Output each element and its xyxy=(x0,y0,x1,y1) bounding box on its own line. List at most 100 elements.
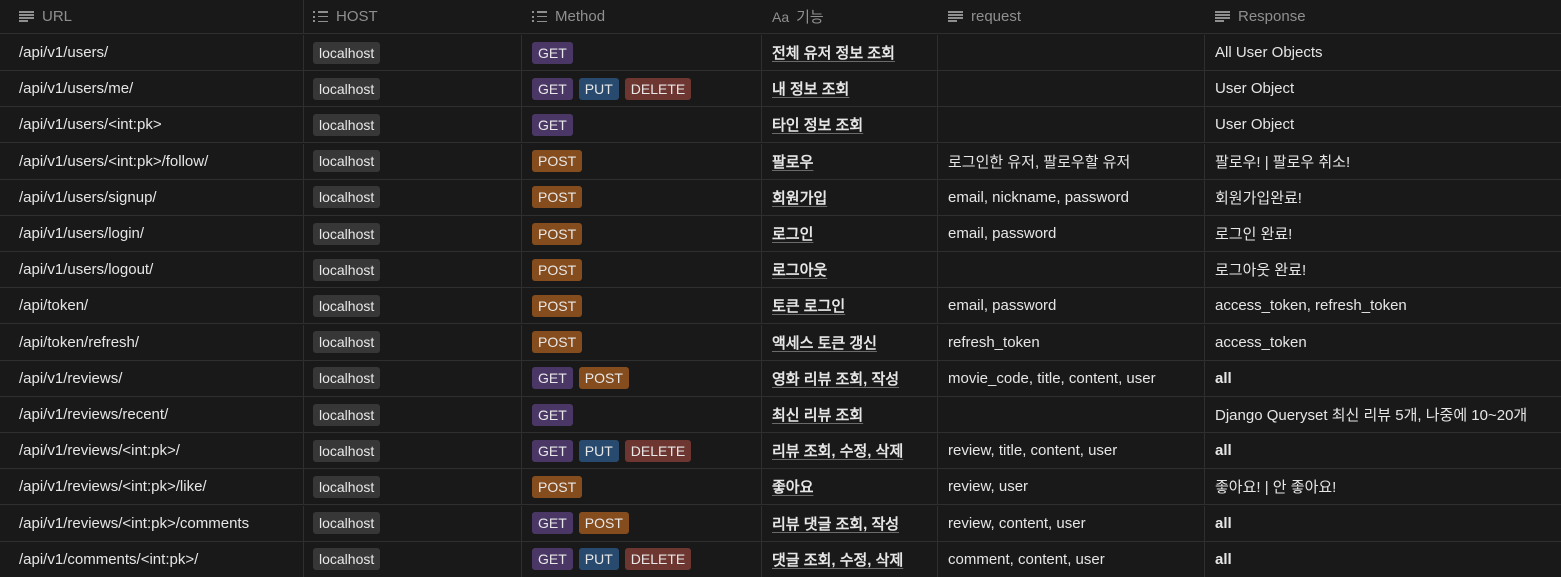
cell-request[interactable]: email, nickname, password xyxy=(938,179,1205,215)
cell-host[interactable]: localhost xyxy=(304,107,522,143)
column-header-func[interactable]: Aa 기능 xyxy=(762,0,938,33)
cell-request[interactable]: review, user xyxy=(938,469,1205,505)
cell-response[interactable]: User Object xyxy=(1205,107,1561,142)
cell-request[interactable]: refresh_token xyxy=(938,324,1205,360)
cell-method[interactable]: GET POST xyxy=(522,505,762,541)
cell-method[interactable]: POST xyxy=(522,252,762,288)
table-row[interactable]: /api/v1/users/login/localhost POST 로그인 emai… xyxy=(0,216,1561,252)
cell-request[interactable] xyxy=(938,107,1205,143)
cell-response[interactable]: Django Queryset 최신 리뷰 5개, 나중에 10~20개 xyxy=(1205,397,1561,432)
cell-method[interactable]: GET POST xyxy=(522,360,762,396)
cell-host[interactable]: localhost xyxy=(304,324,522,360)
column-header-request[interactable]: request xyxy=(938,0,1205,33)
cell-request[interactable]: review, title, content, user xyxy=(938,433,1205,469)
cell-response[interactable]: 회원가입완료! xyxy=(1205,180,1561,215)
cell-method[interactable]: POST xyxy=(522,143,762,179)
cell-host[interactable]: localhost xyxy=(304,143,522,179)
cell-method[interactable]: POST xyxy=(522,179,762,215)
cell-request[interactable]: 로그인한 유저, 팔로우할 유저 xyxy=(938,143,1205,179)
cell-request[interactable] xyxy=(938,397,1205,432)
table-row[interactable]: /api/v1/users/signup/localhost POST 회원가입 em… xyxy=(0,179,1561,216)
cell-request[interactable]: email, password xyxy=(938,216,1205,251)
cell-host[interactable]: localhost xyxy=(304,252,522,288)
cell-func[interactable]: 팔로우 xyxy=(762,143,938,179)
cell-request[interactable] xyxy=(938,71,1205,107)
table-row[interactable]: /api/v1/users/<int:pk> localhost GET 타인 정보 … xyxy=(0,107,1561,144)
cell-response[interactable]: all xyxy=(1205,433,1561,468)
cell-response[interactable]: 팔로우! | 팔로우 취소! xyxy=(1205,144,1561,179)
cell-url[interactable]: /api/v1/reviews/<int:pk>/ xyxy=(0,433,304,469)
cell-func[interactable]: 로그아웃 xyxy=(762,252,938,288)
table-row[interactable]: /api/token/refresh/localhost POST 액세스 토큰 갱… xyxy=(0,324,1561,361)
table-row[interactable]: /api/v1/reviews/<int:pk>/like/localhost P… xyxy=(0,469,1561,506)
cell-url[interactable]: /api/v1/users/login/ xyxy=(0,216,304,251)
cell-request[interactable]: comment, content, user xyxy=(938,541,1205,577)
cell-url[interactable]: /api/token/refresh/ xyxy=(0,324,304,360)
cell-host[interactable]: localhost xyxy=(304,35,522,70)
table-row[interactable]: /api/token/localhost POST 토큰 로그인 email, pas… xyxy=(0,288,1561,325)
cell-host[interactable]: localhost xyxy=(304,505,522,541)
table-row[interactable]: /api/v1/users/logout/localhost POST 로그아웃 로그… xyxy=(0,252,1561,289)
cell-func[interactable]: 좋아요 xyxy=(762,469,938,505)
cell-response[interactable]: All User Objects xyxy=(1205,35,1561,70)
cell-response[interactable]: access_token, refresh_token xyxy=(1205,288,1561,323)
cell-func[interactable]: 회원가입 xyxy=(762,179,938,215)
cell-host[interactable]: localhost xyxy=(304,469,522,505)
cell-url[interactable]: /api/v1/users/signup/ xyxy=(0,179,304,215)
cell-request[interactable]: movie_code, title, content, user xyxy=(938,360,1205,396)
column-header-method[interactable]: Method xyxy=(522,0,762,33)
cell-url[interactable]: /api/v1/users/logout/ xyxy=(0,252,304,288)
cell-method[interactable]: GET xyxy=(522,35,762,70)
cell-url[interactable]: /api/v1/users/<int:pk> xyxy=(0,107,304,143)
cell-method[interactable]: GET PUT DELETE xyxy=(522,433,762,469)
cell-method[interactable]: GET xyxy=(522,397,762,432)
cell-func[interactable]: 리뷰 댓글 조회, 작성 xyxy=(762,505,938,541)
table-row[interactable]: /api/v1/users/me/localhost GET PUT DELETE 내 … xyxy=(0,71,1561,108)
cell-func[interactable]: 영화 리뷰 조회, 작성 xyxy=(762,360,938,396)
table-row[interactable]: /api/v1/users/<int:pk>/follow/localhost P… xyxy=(0,143,1561,180)
cell-func[interactable]: 댓글 조회, 수정, 삭제 xyxy=(762,541,938,577)
cell-method[interactable]: POST xyxy=(522,216,762,251)
column-header-host[interactable]: HOST xyxy=(304,0,522,33)
cell-func[interactable]: 최신 리뷰 조회 xyxy=(762,397,938,432)
table-row[interactable]: /api/v1/reviews/<int:pk>/comments localho… xyxy=(0,505,1561,542)
cell-response[interactable]: 로그아웃 완료! xyxy=(1205,252,1561,287)
cell-func[interactable]: 로그인 xyxy=(762,216,938,251)
cell-url[interactable]: /api/v1/reviews/recent/ xyxy=(0,397,304,432)
column-header-url[interactable]: URL xyxy=(0,0,304,33)
table-row[interactable]: /api/v1/comments/<int:pk>/ localhost GET PU… xyxy=(0,541,1561,577)
cell-request[interactable]: review, content, user xyxy=(938,505,1205,541)
table-row[interactable]: /api/v1/reviews/localhost GET POST 영화 리뷰 조회… xyxy=(0,360,1561,397)
cell-host[interactable]: localhost xyxy=(304,397,522,432)
table-row[interactable]: /api/v1/reviews/<int:pk>/ localhost GET PUT… xyxy=(0,433,1561,470)
cell-host[interactable]: localhost xyxy=(304,216,522,251)
column-header-response[interactable]: Response xyxy=(1205,0,1561,33)
cell-method[interactable]: GET PUT DELETE xyxy=(522,71,762,107)
cell-url[interactable]: /api/v1/users/<int:pk>/follow/ xyxy=(0,143,304,179)
table-row[interactable]: /api/v1/reviews/recent/localhost GET 최신 리뷰… xyxy=(0,397,1561,433)
cell-url[interactable]: /api/token/ xyxy=(0,288,304,324)
cell-url[interactable]: /api/v1/users/ xyxy=(0,35,304,70)
cell-func[interactable]: 리뷰 조회, 수정, 삭제 xyxy=(762,433,938,469)
cell-method[interactable]: POST xyxy=(522,288,762,324)
cell-host[interactable]: localhost xyxy=(304,433,522,469)
cell-func[interactable]: 액세스 토큰 갱신 xyxy=(762,324,938,360)
cell-url[interactable]: /api/v1/reviews/<int:pk>/like/ xyxy=(0,469,304,505)
cell-method[interactable]: POST xyxy=(522,469,762,505)
cell-func[interactable]: 타인 정보 조회 xyxy=(762,107,938,143)
cell-method[interactable]: POST xyxy=(522,324,762,360)
cell-response[interactable]: access_token xyxy=(1205,325,1561,360)
table-row[interactable]: /api/v1/users/localhost GET 전체 유저 정보 조회 All… xyxy=(0,35,1561,71)
cell-func[interactable]: 토큰 로그인 xyxy=(762,288,938,324)
cell-response[interactable]: User Object xyxy=(1205,71,1561,106)
cell-host[interactable]: localhost xyxy=(304,179,522,215)
cell-method[interactable]: GET xyxy=(522,107,762,143)
cell-request[interactable]: email, password xyxy=(938,288,1205,324)
cell-request[interactable] xyxy=(938,252,1205,288)
cell-host[interactable]: localhost xyxy=(304,288,522,324)
cell-url[interactable]: /api/v1/reviews/<int:pk>/comments xyxy=(0,505,304,541)
cell-response[interactable]: 좋아요! | 안 좋아요! xyxy=(1205,469,1561,504)
cell-func[interactable]: 내 정보 조회 xyxy=(762,71,938,107)
cell-func[interactable]: 전체 유저 정보 조회 xyxy=(762,35,938,70)
cell-response[interactable]: 로그인 완료! xyxy=(1205,216,1561,251)
